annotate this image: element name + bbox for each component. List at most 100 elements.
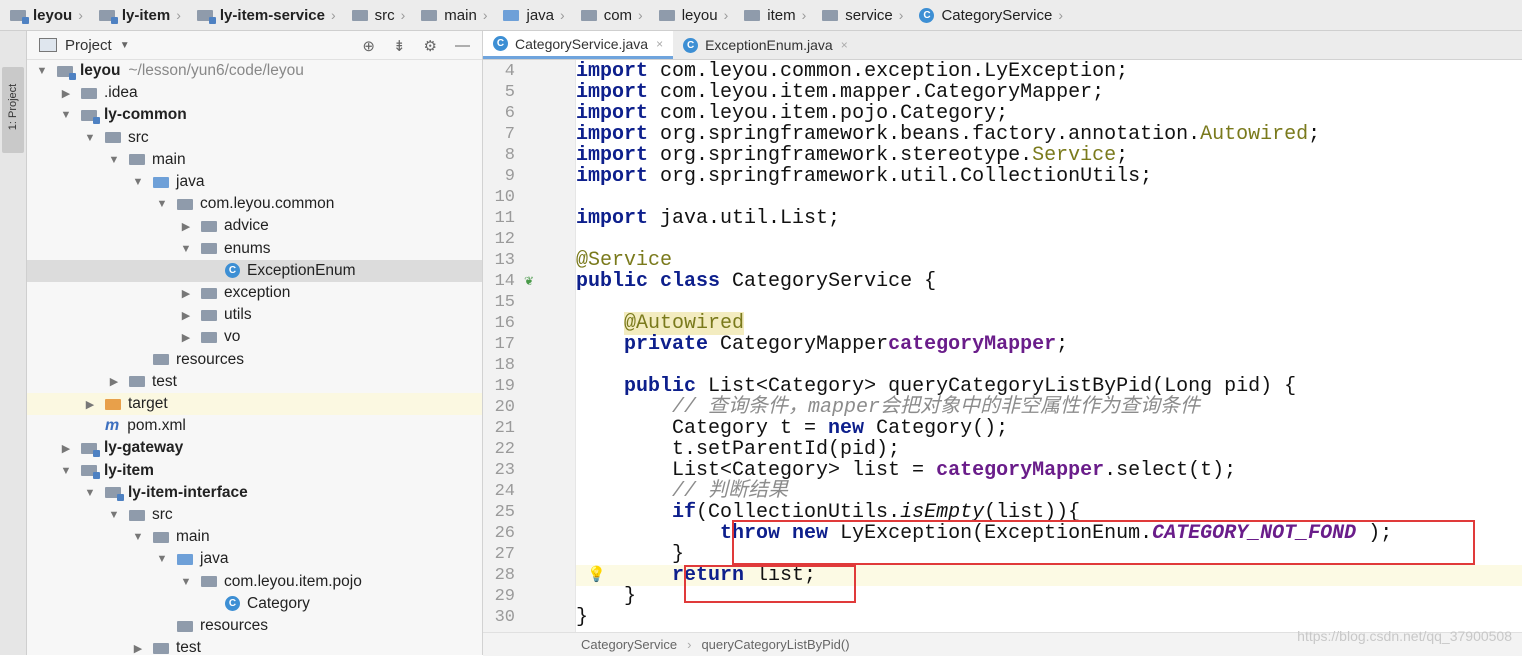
breadcrumb-item[interactable]: java › [493, 0, 570, 30]
tree-item[interactable]: ▶ target [27, 393, 482, 415]
tree-item[interactable]: ▶ exception [27, 282, 482, 304]
code-line[interactable]: import org.springframework.stereotype.Se… [576, 145, 1128, 166]
status-crumb-class[interactable]: CategoryService [581, 637, 677, 652]
editor-tab[interactable]: C CategoryService.java × [483, 31, 674, 59]
code-line[interactable]: Category t = new Category(); [576, 418, 1008, 439]
code-token: List<Category> queryCategoryListByPid(Lo… [708, 375, 1297, 398]
expand-arrow-icon[interactable]: ▼ [179, 576, 193, 588]
code-line[interactable]: @Autowired [576, 312, 745, 335]
tree-item[interactable]: ▼ enums [27, 238, 482, 260]
tree-item[interactable]: C Category [27, 593, 482, 615]
collapse-arrow-icon[interactable]: ▶ [179, 331, 193, 344]
expand-arrow-icon[interactable]: ▼ [59, 465, 73, 477]
tree-item[interactable]: resources [27, 615, 482, 637]
expand-arrow-icon[interactable]: ▼ [83, 487, 97, 499]
expand-arrow-icon[interactable]: ▼ [107, 154, 121, 166]
breadcrumb-item[interactable]: ly-item-service › [187, 0, 342, 30]
tree-item[interactable]: ▶ .idea [27, 82, 482, 104]
code-token: categoryMapper [936, 459, 1105, 482]
spring-bean-icon[interactable]: ❦ [524, 274, 534, 288]
breadcrumb-item[interactable]: main › [411, 0, 493, 30]
expand-arrow-icon[interactable]: ▼ [107, 509, 121, 521]
code-line[interactable]: import com.leyou.common.exception.LyExce… [576, 61, 1128, 82]
tree-item[interactable]: ▼ ly-common [27, 104, 482, 126]
expand-arrow-icon[interactable]: ▼ [155, 553, 169, 565]
tree-item[interactable]: resources [27, 349, 482, 371]
code-token: if [672, 501, 697, 524]
expand-arrow-icon[interactable]: ▼ [179, 243, 193, 255]
collapse-arrow-icon[interactable]: ▶ [59, 87, 73, 100]
code-line[interactable]: } [576, 544, 684, 565]
breadcrumb-item[interactable]: item › [734, 0, 812, 30]
line-number: 5 [504, 83, 515, 102]
tree-item[interactable]: ▼ main [27, 526, 482, 548]
tree-item[interactable]: ▶ vo [27, 326, 482, 348]
breadcrumb-item[interactable]: src › [342, 0, 412, 30]
collapse-arrow-icon[interactable]: ▶ [131, 642, 145, 655]
tree-item[interactable]: m pom.xml [27, 415, 482, 437]
close-icon[interactable]: × [841, 38, 848, 52]
tree-item[interactable]: ▶ ly-gateway [27, 437, 482, 459]
code-line[interactable]: import org.springframework.beans.factory… [576, 124, 1320, 145]
code-line[interactable]: import com.leyou.item.pojo.Category; [576, 103, 1008, 124]
hide-panel-icon[interactable]: — [455, 37, 470, 55]
editor-tab[interactable]: C ExceptionEnum.java × [673, 31, 858, 59]
expand-arrow-icon[interactable]: ▼ [35, 65, 49, 77]
tree-item[interactable]: ▶ utils [27, 304, 482, 326]
tree-item[interactable]: ▼ ly-item-interface [27, 482, 482, 504]
package-icon [201, 331, 217, 343]
code-line[interactable]: // 判断结果 [576, 481, 788, 502]
collapse-arrow-icon[interactable]: ▶ [83, 398, 97, 411]
collapse-arrow-icon[interactable]: ▶ [179, 309, 193, 322]
expand-arrow-icon[interactable]: ▼ [83, 132, 97, 144]
collapse-arrow-icon[interactable]: ▶ [107, 375, 121, 388]
gear-icon[interactable]: ⚙ [424, 37, 437, 55]
breadcrumb-item[interactable]: leyou › [649, 0, 735, 30]
tree-item[interactable]: ▼ src [27, 504, 482, 526]
collapse-arrow-icon[interactable]: ▶ [59, 442, 73, 455]
project-panel-title[interactable]: Project [65, 37, 112, 54]
tree-item[interactable]: ▶ test [27, 637, 482, 659]
status-crumb-method[interactable]: queryCategoryListByPid() [701, 637, 849, 652]
breadcrumb-item[interactable]: leyou › [0, 0, 89, 30]
collapse-arrow-icon[interactable]: ▶ [179, 220, 193, 233]
code-line[interactable]: public List<Category> queryCategoryListB… [576, 376, 1296, 397]
expand-arrow-icon[interactable]: ▼ [131, 531, 145, 543]
expand-arrow-icon[interactable]: ▼ [59, 109, 73, 121]
code-line[interactable]: @Service [576, 250, 672, 271]
tree-item[interactable]: ▼ src [27, 127, 482, 149]
code-line[interactable]: } [576, 607, 588, 628]
code-line[interactable]: import com.leyou.item.mapper.CategoryMap… [576, 82, 1104, 103]
code-line[interactable]: import org.springframework.util.Collecti… [576, 166, 1152, 187]
breadcrumb-item[interactable]: ly-item › [89, 0, 187, 30]
locate-target-icon[interactable]: ⊕ [362, 37, 375, 55]
code-line[interactable]: private CategoryMappercategoryMapper; [576, 334, 1068, 355]
breadcrumb-item[interactable]: C CategoryService › [909, 0, 1069, 30]
tree-item[interactable]: ▼ com.leyou.item.pojo [27, 571, 482, 593]
line-number: 28 [494, 566, 515, 585]
code-line[interactable]: // 查询条件，mapper会把对象中的非空属性作为查询条件 [576, 397, 1200, 418]
tree-item[interactable]: ▼ main [27, 149, 482, 171]
expand-arrow-icon[interactable]: ▼ [155, 198, 169, 210]
tree-item[interactable]: ▶ test [27, 371, 482, 393]
tree-item[interactable]: C ExceptionEnum [27, 259, 482, 282]
code-line[interactable]: } [576, 586, 636, 607]
tree-item[interactable]: ▶ advice [27, 215, 482, 237]
collapse-arrow-icon[interactable]: ▶ [179, 287, 193, 300]
tree-item[interactable]: ▼ leyou ~/lesson/yun6/code/leyou [27, 60, 482, 82]
breadcrumb-item[interactable]: com › [571, 0, 649, 30]
code-line[interactable]: t.setParentId(pid); [576, 439, 900, 460]
project-tool-tab[interactable]: 1: Project [2, 67, 24, 153]
tree-item[interactable]: ▼ com.leyou.common [27, 193, 482, 215]
collapse-all-icon[interactable]: ⇟ [393, 37, 406, 55]
chevron-down-icon[interactable]: ▼ [120, 40, 130, 51]
code-line[interactable]: import java.util.List; [576, 208, 840, 229]
code-line[interactable]: List<Category> list = categoryMapper.sel… [576, 460, 1236, 481]
expand-arrow-icon[interactable]: ▼ [131, 176, 145, 188]
tree-item[interactable]: ▼ java [27, 548, 482, 570]
close-icon[interactable]: × [656, 37, 663, 51]
code-line[interactable]: public class CategoryService { [576, 271, 936, 292]
breadcrumb-item[interactable]: service › [812, 0, 909, 30]
tree-item[interactable]: ▼ java [27, 171, 482, 193]
tree-item[interactable]: ▼ ly-item [27, 460, 482, 482]
